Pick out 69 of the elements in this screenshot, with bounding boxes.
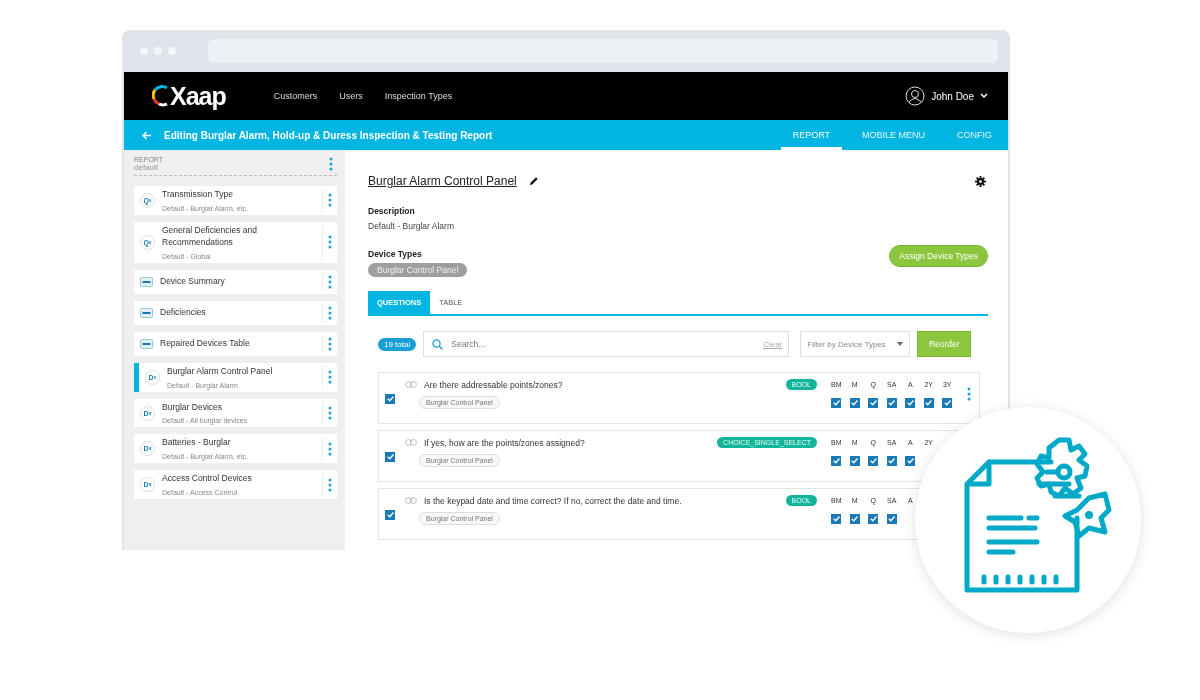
device-type-chip: Burglar Control Panel <box>368 263 468 277</box>
checkbox[interactable] <box>886 455 897 466</box>
filter-dropdown[interactable]: Filter by Device Types <box>800 331 911 357</box>
item-title: Batteries - Burglar <box>162 437 232 450</box>
checkbox[interactable] <box>868 513 879 524</box>
logo-text: Xaap <box>170 83 226 109</box>
checkbox[interactable] <box>942 397 953 408</box>
checkbox[interactable] <box>849 397 860 408</box>
checkbox[interactable] <box>385 393 395 404</box>
sidebar-item[interactable]: Repaired Devices Table <box>134 331 337 356</box>
checkbox[interactable] <box>849 513 860 524</box>
checkbox[interactable] <box>831 513 842 524</box>
nav-link[interactable]: Customers <box>273 91 318 101</box>
item-title: Repaired Devices Table <box>160 337 251 350</box>
more-icon[interactable] <box>329 157 333 171</box>
pencil-icon[interactable] <box>528 176 539 186</box>
more-icon[interactable] <box>967 387 971 401</box>
settings-icon[interactable] <box>975 175 986 187</box>
chevron-icon[interactable] <box>980 93 988 99</box>
item-title: Device Summary <box>160 275 226 288</box>
table-icon <box>140 307 153 318</box>
total-count: 19 total <box>378 337 417 351</box>
item-title: Burglar Alarm Control Panel <box>167 365 274 378</box>
checkbox[interactable] <box>905 397 916 408</box>
table-icon <box>140 276 153 287</box>
checkbox[interactable] <box>886 397 897 408</box>
checkbox[interactable] <box>923 397 934 408</box>
logo-icon <box>152 85 170 107</box>
more-icon[interactable] <box>328 336 332 351</box>
sidebar-item[interactable]: Deficiencies <box>134 300 337 325</box>
user-name[interactable]: John Doe <box>931 90 974 102</box>
item-title: Deficiencies <box>160 306 207 319</box>
sidebar-item[interactable]: Device Summary <box>134 269 337 294</box>
checkbox[interactable] <box>905 455 916 466</box>
more-icon[interactable] <box>328 441 332 456</box>
panel-title: Burglar Alarm Control Panel <box>368 174 517 188</box>
more-icon[interactable] <box>328 193 332 208</box>
item-title: Transmission Type <box>162 189 234 201</box>
item-title: General Deficiencies and Recommendations <box>162 224 258 249</box>
back-arrow-icon[interactable] <box>142 130 152 140</box>
checkbox[interactable] <box>886 513 897 524</box>
checkbox[interactable] <box>831 455 842 466</box>
nav-link[interactable]: Users <box>339 91 363 101</box>
more-icon[interactable] <box>328 370 332 385</box>
checkbox[interactable] <box>385 509 395 520</box>
device-types-label: Device Types <box>368 249 423 259</box>
user-icon[interactable] <box>905 86 926 106</box>
description-text: Default - Burglar Alarm <box>368 221 455 231</box>
description-label: Description <box>368 206 416 216</box>
checkbox[interactable] <box>868 397 879 408</box>
checkbox[interactable] <box>831 397 842 408</box>
question-text: Is the keypad date and time correct? If no, correct the date and time. <box>424 495 682 506</box>
item-title: Access Control Devices <box>162 473 253 486</box>
caret-icon[interactable] <box>897 342 904 346</box>
checkbox[interactable] <box>385 451 395 462</box>
more-icon[interactable] <box>328 406 332 420</box>
more-icon[interactable] <box>328 477 332 492</box>
more-icon[interactable] <box>328 305 332 320</box>
page-title: Editing Burglar Alarm, Hold-up & Duress Inspection & Testing Report <box>164 129 493 141</box>
checkbox[interactable] <box>849 455 860 466</box>
question-text: Are there addressable points/zones? <box>424 379 563 390</box>
search-icon <box>432 338 444 350</box>
question-text: If yes, how are the points/zones assigned? <box>424 437 585 448</box>
checkbox[interactable] <box>868 455 879 466</box>
table-icon <box>140 338 153 349</box>
nav-link[interactable]: Inspection Types <box>384 91 453 101</box>
more-icon[interactable] <box>328 235 332 250</box>
item-title: Burglar Devices <box>162 401 223 414</box>
more-icon[interactable] <box>328 274 332 289</box>
